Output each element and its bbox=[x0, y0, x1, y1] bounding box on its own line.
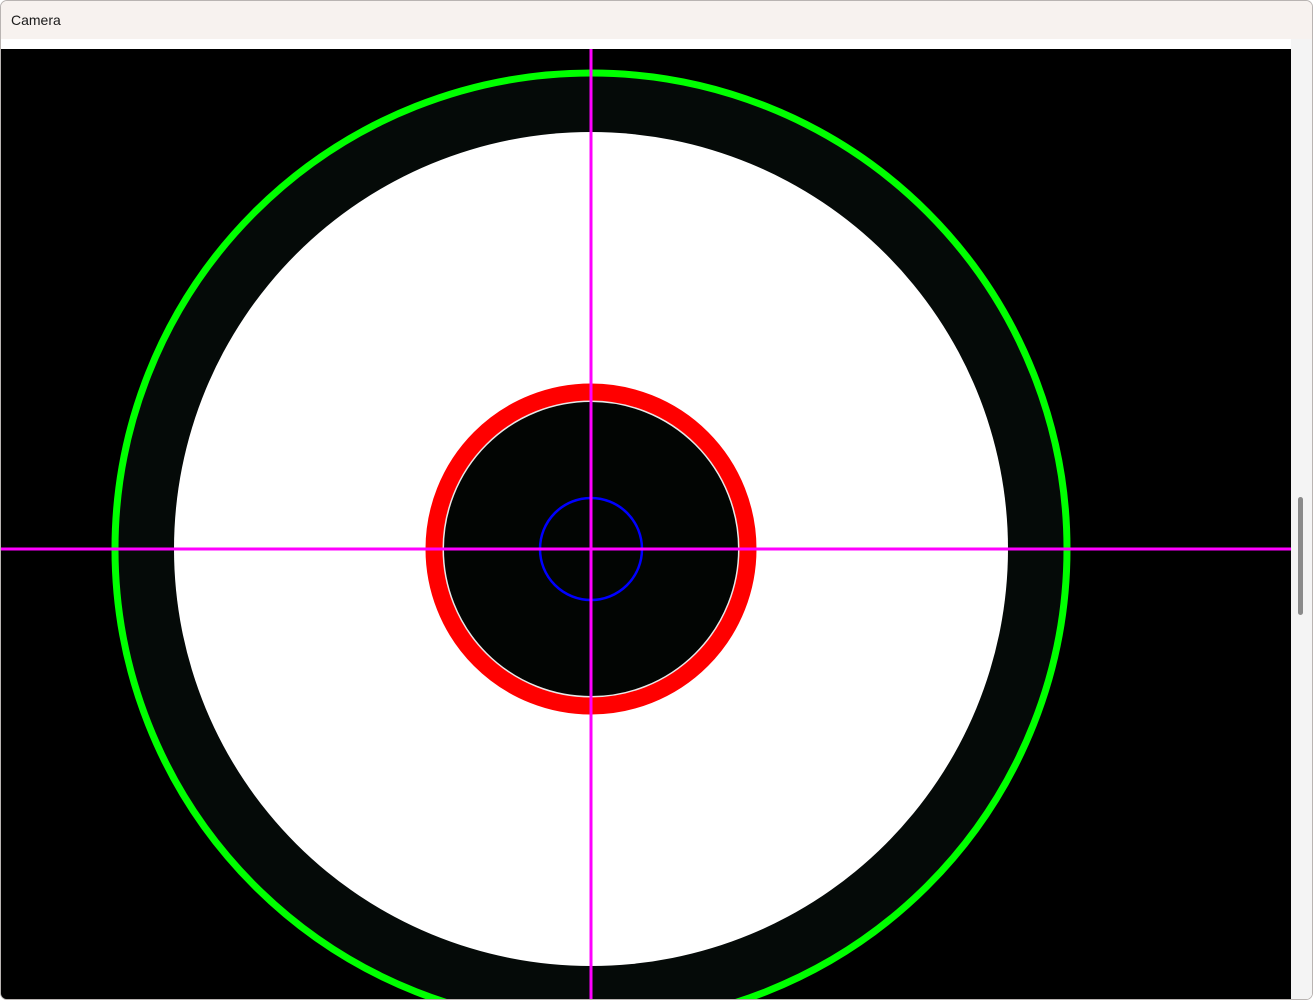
vertical-scrollbar[interactable] bbox=[1291, 39, 1312, 999]
scrollbar-thumb[interactable] bbox=[1298, 497, 1303, 615]
camera-overlay bbox=[1, 49, 1291, 999]
client-area bbox=[1, 39, 1312, 999]
camera-view[interactable] bbox=[1, 49, 1291, 999]
title-bar[interactable]: Camera bbox=[1, 1, 1312, 39]
window-title: Camera bbox=[11, 12, 61, 28]
camera-window: Camera bbox=[0, 0, 1313, 1000]
